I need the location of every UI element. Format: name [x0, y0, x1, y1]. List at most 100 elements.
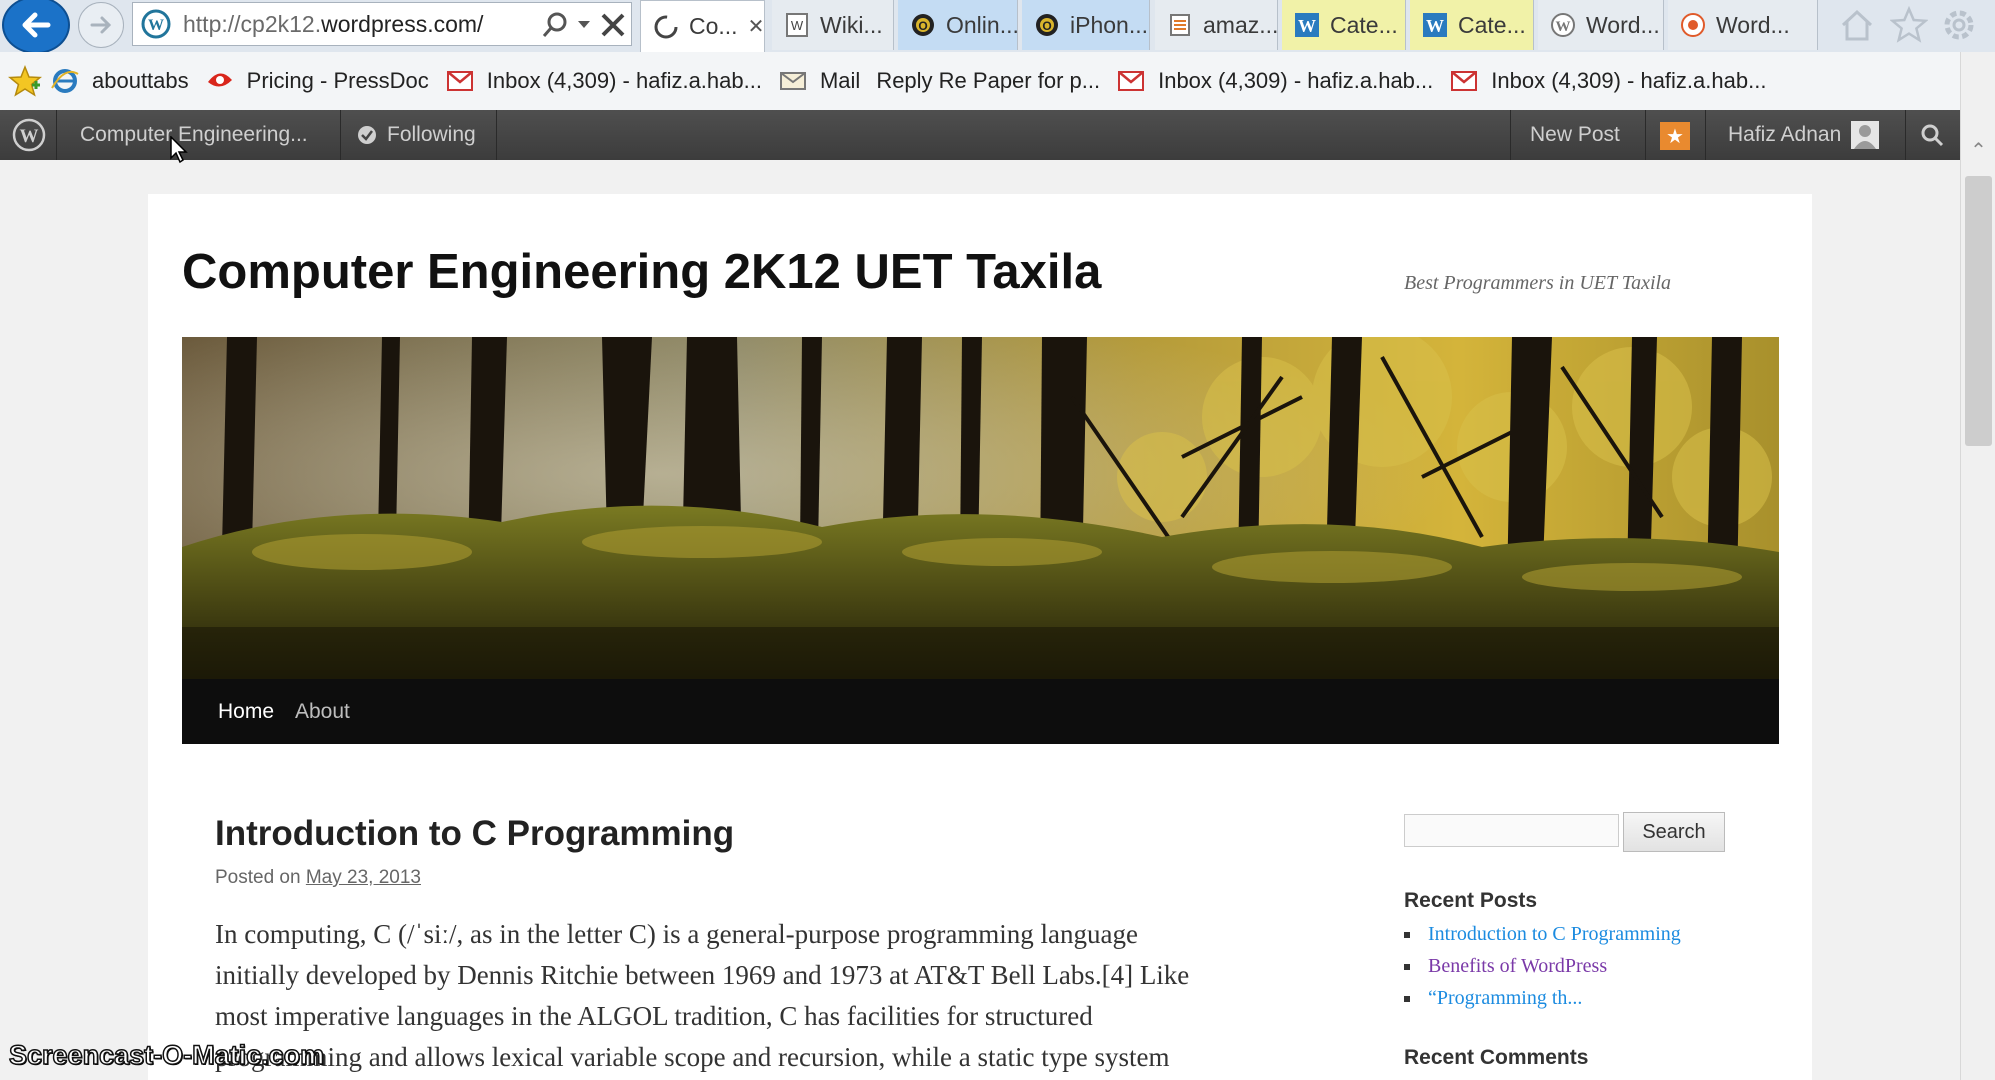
tab-active[interactable]: Co... ✕: [640, 0, 765, 52]
home-icon[interactable]: [1838, 6, 1876, 44]
dropdown-icon[interactable]: [577, 20, 591, 30]
wordpress-logo-icon[interactable]: W: [12, 110, 46, 160]
screencast-watermark: Screencast-O-Matic.com: [8, 1039, 325, 1071]
post-text-line: initially developed by Dennis Ritchie be…: [215, 960, 1190, 990]
favorites-bar: abouttabs Pricing - PressDoc Inbox (4,30…: [0, 52, 1995, 110]
recent-post-link[interactable]: “Programming th...: [1428, 987, 1582, 1009]
new-post-link[interactable]: New Post: [1530, 110, 1620, 160]
mail-icon: [779, 72, 806, 90]
svg-text:W: W: [791, 18, 804, 33]
ie-icon: [51, 69, 79, 93]
main-navigation: Home About: [182, 679, 1779, 744]
tab[interactable]: amaz...: [1155, 0, 1278, 50]
post-date-link[interactable]: May 23, 2013: [306, 867, 421, 888]
header-image[interactable]: [182, 337, 1779, 679]
favorites-star-icon[interactable]: [1890, 6, 1928, 44]
svg-text:O: O: [918, 19, 927, 33]
tab[interactable]: O iPhon...: [1022, 0, 1150, 50]
url-text[interactable]: http://cp2k12.wordpress.com/: [183, 11, 483, 38]
gear-icon[interactable]: [1940, 6, 1978, 44]
forward-arrow-icon: [90, 16, 112, 34]
bookmark-reply-paper[interactable]: Reply Re Paper for p...: [876, 68, 1100, 94]
svg-text:W: W: [1556, 19, 1571, 35]
nav-home[interactable]: Home: [218, 679, 274, 744]
wordpress-icon: W: [1423, 13, 1447, 37]
tab[interactable]: W Cate...: [1410, 0, 1534, 50]
bookmark-abouttabs[interactable]: abouttabs: [50, 68, 189, 94]
tab-label: Co...: [689, 13, 738, 39]
sidebar-search-input[interactable]: [1404, 814, 1619, 847]
bookmark-inbox[interactable]: Inbox (4,309) - hafiz.a.hab...: [445, 68, 762, 94]
svg-text:O: O: [1042, 19, 1051, 33]
following-link[interactable]: Following: [357, 110, 476, 160]
site-tagline: Best Programmers in UET Taxila: [1404, 272, 1672, 294]
browser-chrome: W http://cp2k12.wordpress.com/ Co... ✕ W…: [0, 0, 1995, 110]
stack-icon: [1170, 14, 1190, 36]
post-meta: Posted on May 23, 2013: [215, 867, 421, 888]
list-item: Benefits of WordPress: [1404, 950, 1681, 982]
svg-text:W: W: [1298, 16, 1316, 36]
list-item: “Programming th...: [1404, 982, 1681, 1014]
gmail-icon: [1118, 71, 1145, 91]
post-content: In computing, C (/ˈsiː/, as in the lette…: [215, 914, 1235, 1078]
back-arrow-icon: [22, 12, 51, 38]
add-favorite-star-icon[interactable]: [8, 65, 42, 97]
search-icon[interactable]: [541, 11, 569, 39]
tab-row: W http://cp2k12.wordpress.com/ Co... ✕ W…: [0, 0, 1995, 54]
post-title[interactable]: Introduction to C Programming: [215, 814, 734, 854]
wp-admin-bar: W Computer Engineering... Following New …: [0, 110, 1960, 160]
recent-comments-heading: Recent Comments: [1404, 1046, 1589, 1069]
user-account-link[interactable]: Hafiz Adnan: [1728, 110, 1880, 160]
wordpress-icon: W: [1295, 13, 1319, 37]
post-text-line: In computing, C (/ˈsiː/, as in the lette…: [215, 919, 1139, 949]
address-bar[interactable]: W http://cp2k12.wordpress.com/: [132, 2, 632, 46]
recent-post-link[interactable]: Introduction to C Programming: [1428, 923, 1681, 945]
svg-text:W: W: [20, 126, 39, 147]
search-icon[interactable]: [1920, 110, 1944, 160]
check-circle-icon: [358, 126, 376, 144]
wordpress-icon: W: [141, 9, 171, 39]
post-text-line: programming and allows lexical variable …: [215, 1042, 1170, 1072]
recent-posts-heading: Recent Posts: [1404, 889, 1538, 912]
search-button[interactable]: Search: [1623, 812, 1725, 852]
tab[interactable]: O Onlin...: [898, 0, 1018, 50]
avatar-icon: [1851, 121, 1880, 149]
vertical-scrollbar[interactable]: ⌃: [1960, 52, 1995, 1080]
nav-about[interactable]: About: [295, 679, 350, 744]
tab[interactable]: Word...: [1668, 0, 1818, 50]
bookmark-inbox[interactable]: Inbox (4,309) - hafiz.a.hab...: [1116, 68, 1433, 94]
forward-button[interactable]: [78, 2, 124, 48]
wiki-icon: W: [786, 13, 808, 37]
gmail-icon: [446, 71, 473, 91]
page-container: Computer Engineering 2K12 UET Taxila Bes…: [148, 194, 1812, 1080]
back-button[interactable]: [2, 0, 70, 54]
tab[interactable]: W Word...: [1538, 0, 1664, 50]
svg-text:W: W: [1426, 16, 1444, 36]
mouse-cursor-icon: [170, 136, 188, 164]
target-icon: [1681, 13, 1705, 37]
bookmark-pricing-pressdoc[interactable]: Pricing - PressDoc: [205, 68, 429, 94]
tab[interactable]: W Wiki...: [772, 0, 894, 50]
close-tab-icon[interactable]: ✕: [748, 14, 764, 39]
stop-icon[interactable]: [599, 11, 627, 39]
scroll-up-arrow-icon[interactable]: ⌃: [1961, 134, 1995, 168]
pressdoc-icon: [207, 73, 232, 87]
wordpress-icon: W: [1551, 13, 1575, 37]
loading-spinner-icon: [654, 15, 678, 38]
circle-badge-icon: O: [912, 14, 934, 36]
admin-bar-site-name[interactable]: Computer Engineering...: [80, 110, 308, 160]
forest-header-picture: [182, 337, 1779, 679]
notifications-star-icon[interactable]: ★: [1660, 122, 1690, 150]
gmail-icon: [1451, 71, 1478, 91]
tab[interactable]: W Cate...: [1282, 0, 1406, 50]
bookmark-inbox[interactable]: Inbox (4,309) - hafiz.a.hab...: [1449, 68, 1766, 94]
svg-text:W: W: [148, 17, 164, 34]
scrollbar-thumb[interactable]: [1965, 176, 1992, 446]
recent-post-link[interactable]: Benefits of WordPress: [1428, 955, 1607, 977]
circle-badge-icon: O: [1036, 14, 1058, 36]
bookmark-mail[interactable]: Mail: [778, 68, 860, 94]
post-text-line: most imperative languages in the ALGOL t…: [215, 1001, 1093, 1031]
site-title[interactable]: Computer Engineering 2K12 UET Taxila: [182, 244, 1101, 300]
list-item: Introduction to C Programming: [1404, 918, 1681, 950]
recent-posts-list: Introduction to C Programming Benefits o…: [1404, 918, 1681, 1014]
